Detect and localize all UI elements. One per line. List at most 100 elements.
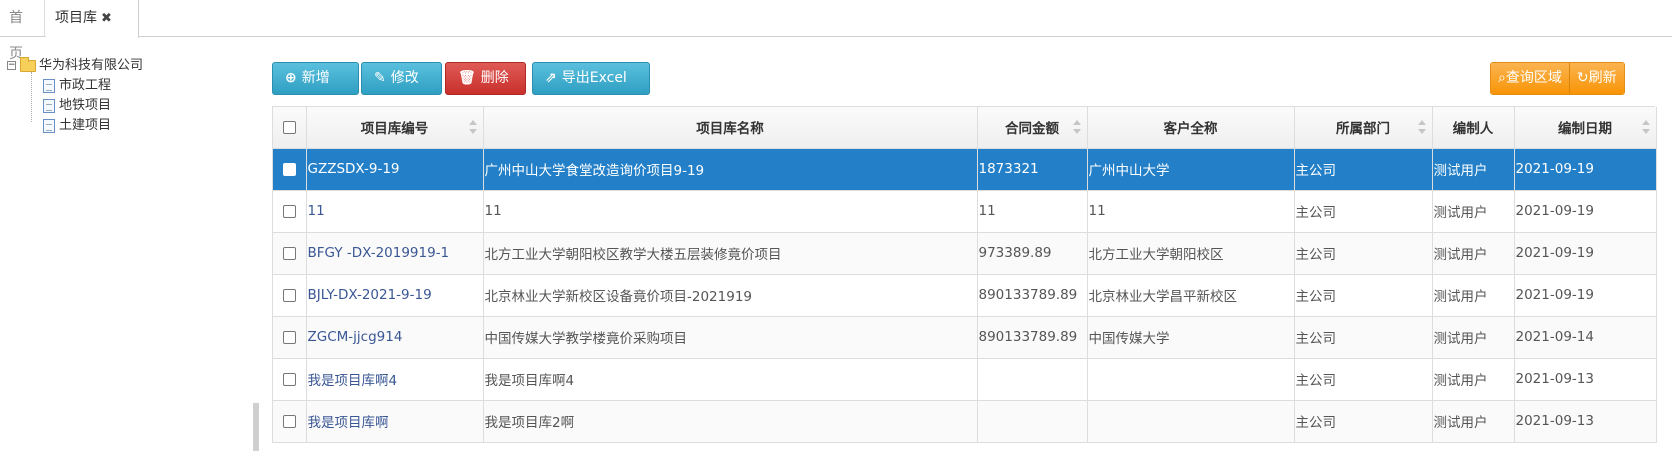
row-checkbox-cell [273,274,307,317]
cell-code[interactable]: 11 [306,190,484,233]
cell-author: 测试用户 [1432,316,1515,359]
cell-code[interactable]: GZZSDX-9-19 [306,148,484,191]
row-checkbox[interactable] [282,204,296,218]
row-checkbox[interactable] [282,372,296,386]
edit-button[interactable]: ✎ 修改 [361,62,442,95]
tab-project-library-label: 项目库 [55,10,97,26]
cell-code[interactable]: BFGY -DX-2019919-1 [306,232,484,275]
delete-button[interactable]: 🗑 删除 [445,62,526,95]
cell-author: 测试用户 [1432,232,1515,275]
tab-project-library[interactable]: 项目库 ✖ [46,0,139,38]
refresh-button-label: 刷新 [1588,70,1617,86]
tree-node-root-label: 华为科技有限公司 [39,58,144,73]
add-button-label: 新增 [301,70,330,86]
file-icon [43,78,55,93]
column-header-code[interactable]: 项目库编号 [306,107,484,149]
tab-home[interactable]: 首页 [0,0,45,62]
cell-author: 测试用户 [1432,358,1515,401]
tree-node-label: 地铁项目 [59,98,112,113]
table-row[interactable]: GZZSDX-9-19 广州中山大学食堂改造询价项目9-19 1873321 广… [273,148,1657,191]
column-header-name[interactable]: 项目库名称 [483,107,978,149]
row-checkbox[interactable] [282,414,296,428]
cell-code[interactable]: 我是项目库啊 [306,400,484,443]
refresh-button[interactable]: ↻刷新 [1568,63,1624,94]
layout-splitter[interactable] [253,403,259,451]
tree-node-municipal[interactable]: 市政工程 [7,76,143,96]
table-row[interactable]: 我是项目库啊 我是项目库2啊 主公司 测试用户 2021-09-13 [273,400,1657,443]
cell-date: 2021-09-19 [1514,148,1657,191]
row-checkbox-cell [273,148,307,191]
edit-icon: ✎ [374,70,386,86]
cell-dept: 主公司 [1294,190,1433,233]
table-row[interactable]: ZGCM-jjcg914 中国传媒大学教学楼竟价采购项目 890133789.8… [273,316,1657,359]
query-area-button-label: 查询区域 [1505,70,1562,86]
cell-date: 2021-09-19 [1514,190,1657,233]
cell-dept: 主公司 [1294,358,1433,401]
row-checkbox[interactable] [282,246,296,260]
column-header-dept[interactable]: 所属部门 [1294,107,1433,149]
cell-date: 2021-09-14 [1514,316,1657,359]
cell-amount: 890133789.89 [977,274,1088,317]
sort-icon[interactable] [1641,120,1650,134]
row-checkbox-cell [273,190,307,233]
cell-name: 北京林业大学新校区设备竟价项目-2021919 [483,274,978,317]
right-button-group: ⌕查询区域 ↻刷新 [1490,62,1625,95]
tree-node-subway[interactable]: 地铁项目 [7,96,143,116]
table-row[interactable]: BJLY-DX-2021-9-19 北京林业大学新校区设备竟价项目-202191… [273,274,1657,317]
table-row[interactable]: BFGY -DX-2019919-1 北方工业大学朝阳校区教学大楼五层装修竟价项… [273,232,1657,275]
export-icon: ⇗ [545,70,557,86]
cell-author: 测试用户 [1432,274,1515,317]
column-header-amount[interactable]: 合同金额 [977,107,1088,149]
column-header-label: 项目库名称 [696,121,764,138]
tab-home-label: 首页 [9,10,23,62]
cell-amount: 1873321 [977,148,1088,191]
query-area-button[interactable]: ⌕查询区域 [1491,63,1569,94]
select-all-checkbox[interactable] [282,120,296,134]
search-icon: ⌕ [1498,70,1506,86]
column-header-label: 项目库编号 [360,121,429,138]
export-excel-button[interactable]: ⇗ 导出Excel [532,62,650,95]
cell-author: 测试用户 [1432,190,1515,233]
cell-client: 广州中山大学 [1087,148,1295,191]
cell-amount: 973389.89 [977,232,1088,275]
project-grid: 项目库编号 项目库名称 合同金额 客户全称 所属部门 编制人 编制日期 GZZS… [272,106,1657,443]
row-checkbox[interactable] [282,288,296,302]
cell-name: 我是项目库啊4 [483,358,978,401]
row-checkbox-cell [273,232,307,275]
column-header-date[interactable]: 编制日期 [1514,107,1657,149]
cell-code[interactable]: 我是项目库啊4 [306,358,484,401]
column-header-label: 编制日期 [1558,121,1612,138]
tree-node-root[interactable]: − 华为科技有限公司 [7,56,143,76]
table-row[interactable]: 我是项目库啊4 我是项目库啊4 主公司 测试用户 2021-09-13 [273,358,1657,401]
file-icon [43,98,55,113]
cell-code[interactable]: ZGCM-jjcg914 [306,316,484,359]
row-checkbox[interactable] [282,330,296,344]
cell-dept: 主公司 [1294,232,1433,275]
row-checkbox-cell [273,316,307,359]
cell-name: 广州中山大学食堂改造询价项目9-19 [483,148,978,191]
cell-date: 2021-09-19 [1514,274,1657,317]
cell-client: 中国传媒大学 [1087,316,1295,359]
row-checkbox[interactable] [282,162,296,176]
cell-dept: 主公司 [1294,316,1433,359]
sort-icon[interactable] [468,120,477,134]
add-button[interactable]: ⊕ 新增 [272,62,359,95]
column-header-client[interactable]: 客户全称 [1087,107,1295,149]
cell-amount: 11 [977,190,1088,233]
cell-amount [977,358,1088,401]
cell-name: 11 [483,190,978,233]
plus-circle-icon: ⊕ [285,70,297,86]
tree-node-civil[interactable]: 土建项目 [7,116,143,136]
tab-bar: 首页 项目库 ✖ [0,0,1672,62]
cell-date: 2021-09-13 [1514,358,1657,401]
close-icon[interactable]: ✖ [101,11,112,26]
sort-icon[interactable] [1072,120,1081,134]
table-row[interactable]: 11 11 11 11 主公司 测试用户 2021-09-19 [273,190,1657,233]
folder-icon [20,56,36,72]
column-header-author[interactable]: 编制人 [1432,107,1515,149]
row-checkbox-cell [273,400,307,443]
tree-node-label: 市政工程 [59,78,112,93]
cell-code[interactable]: BJLY-DX-2021-9-19 [306,274,484,317]
collapse-icon[interactable]: − [7,61,16,70]
sort-icon[interactable] [1417,120,1426,134]
